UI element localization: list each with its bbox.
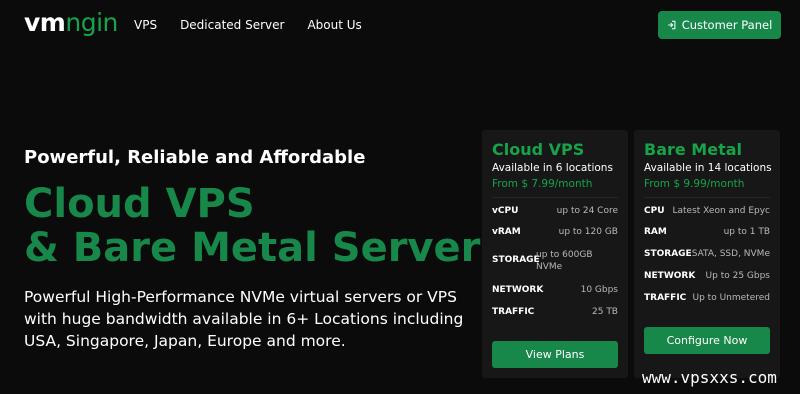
card-availability: Available in 6 locations: [492, 162, 613, 174]
hero-title-line2: & Bare Metal Servers: [24, 225, 505, 271]
card-title: Cloud VPS: [492, 140, 585, 159]
bare-metal-card: Bare Metal Available in 14 locations Fro…: [634, 130, 780, 378]
card-price: From $ 9.99/month: [644, 178, 745, 190]
spec-value-traffic: Up to Unmetered: [692, 293, 770, 303]
spec-value-vram: up to 120 GB: [558, 227, 618, 237]
card-availability: Available in 14 locations: [644, 162, 772, 174]
nav-item-dedicated-server[interactable]: Dedicated Server: [180, 18, 284, 32]
hero-title-line1: Cloud VPS: [24, 181, 255, 227]
watermark: www.vpsxxs.com: [642, 368, 777, 387]
logo[interactable]: vmngin: [24, 8, 118, 37]
hero-description: Powerful High-Performance NVMe virtual s…: [24, 288, 464, 350]
customer-panel-label: Customer Panel: [681, 18, 773, 32]
card-divider: [492, 197, 618, 198]
spec-label-traffic: TRAFFIC: [644, 293, 687, 303]
spec-value-network: 10 Gbps: [580, 285, 618, 295]
site-header: vmngin VPS Dedicated Server About Us Cus…: [0, 0, 800, 50]
logo-vm: vm: [24, 8, 66, 37]
spec-label-traffic: TRAFFIC: [492, 307, 535, 317]
cloud-vps-card: Cloud VPS Available in 6 locations From …: [482, 130, 628, 378]
nav-item-about-us[interactable]: About Us: [307, 18, 361, 32]
spec-label-network: NETWORK: [644, 271, 696, 281]
spec-label-network: NETWORK: [492, 285, 544, 295]
spec-label-storage: STORAGE: [644, 249, 692, 259]
spec-value-storage: up to 600GB NVMe: [536, 250, 593, 272]
spec-value-cpu: Latest Xeon and Epyc: [672, 206, 770, 216]
spec-value-ram: up to 1 TB: [723, 227, 770, 237]
login-icon: [667, 20, 676, 30]
main-nav: VPS Dedicated Server About Us: [134, 18, 362, 32]
spec-label-cpu: CPU: [644, 206, 665, 216]
hero-title: Cloud VPS & Bare Metal Servers: [24, 182, 504, 270]
nav-item-vps[interactable]: VPS: [134, 18, 157, 32]
spec-value-storage: SATA, SSD, NVMe: [691, 249, 770, 259]
card-title: Bare Metal: [644, 140, 743, 159]
spec-label-vcpu: vCPU: [492, 206, 519, 216]
view-plans-button[interactable]: View Plans: [492, 341, 618, 368]
spec-label-vram: vRAM: [492, 227, 521, 237]
logo-ngin: ngin: [65, 8, 118, 37]
spec-value-vcpu: up to 24 Core: [556, 206, 618, 216]
card-price: From $ 7.99/month: [492, 178, 593, 190]
spec-label-storage: STORAGE: [492, 255, 540, 265]
configure-now-button[interactable]: Configure Now: [644, 327, 770, 354]
customer-panel-button[interactable]: Customer Panel: [658, 11, 781, 39]
spec-value-network: Up to 25 Gbps: [705, 271, 770, 281]
card-divider: [644, 197, 770, 198]
spec-value-traffic: 25 TB: [592, 307, 618, 317]
spec-label-ram: RAM: [644, 227, 667, 237]
hero-subtitle: Powerful, Reliable and Affordable: [24, 147, 366, 168]
